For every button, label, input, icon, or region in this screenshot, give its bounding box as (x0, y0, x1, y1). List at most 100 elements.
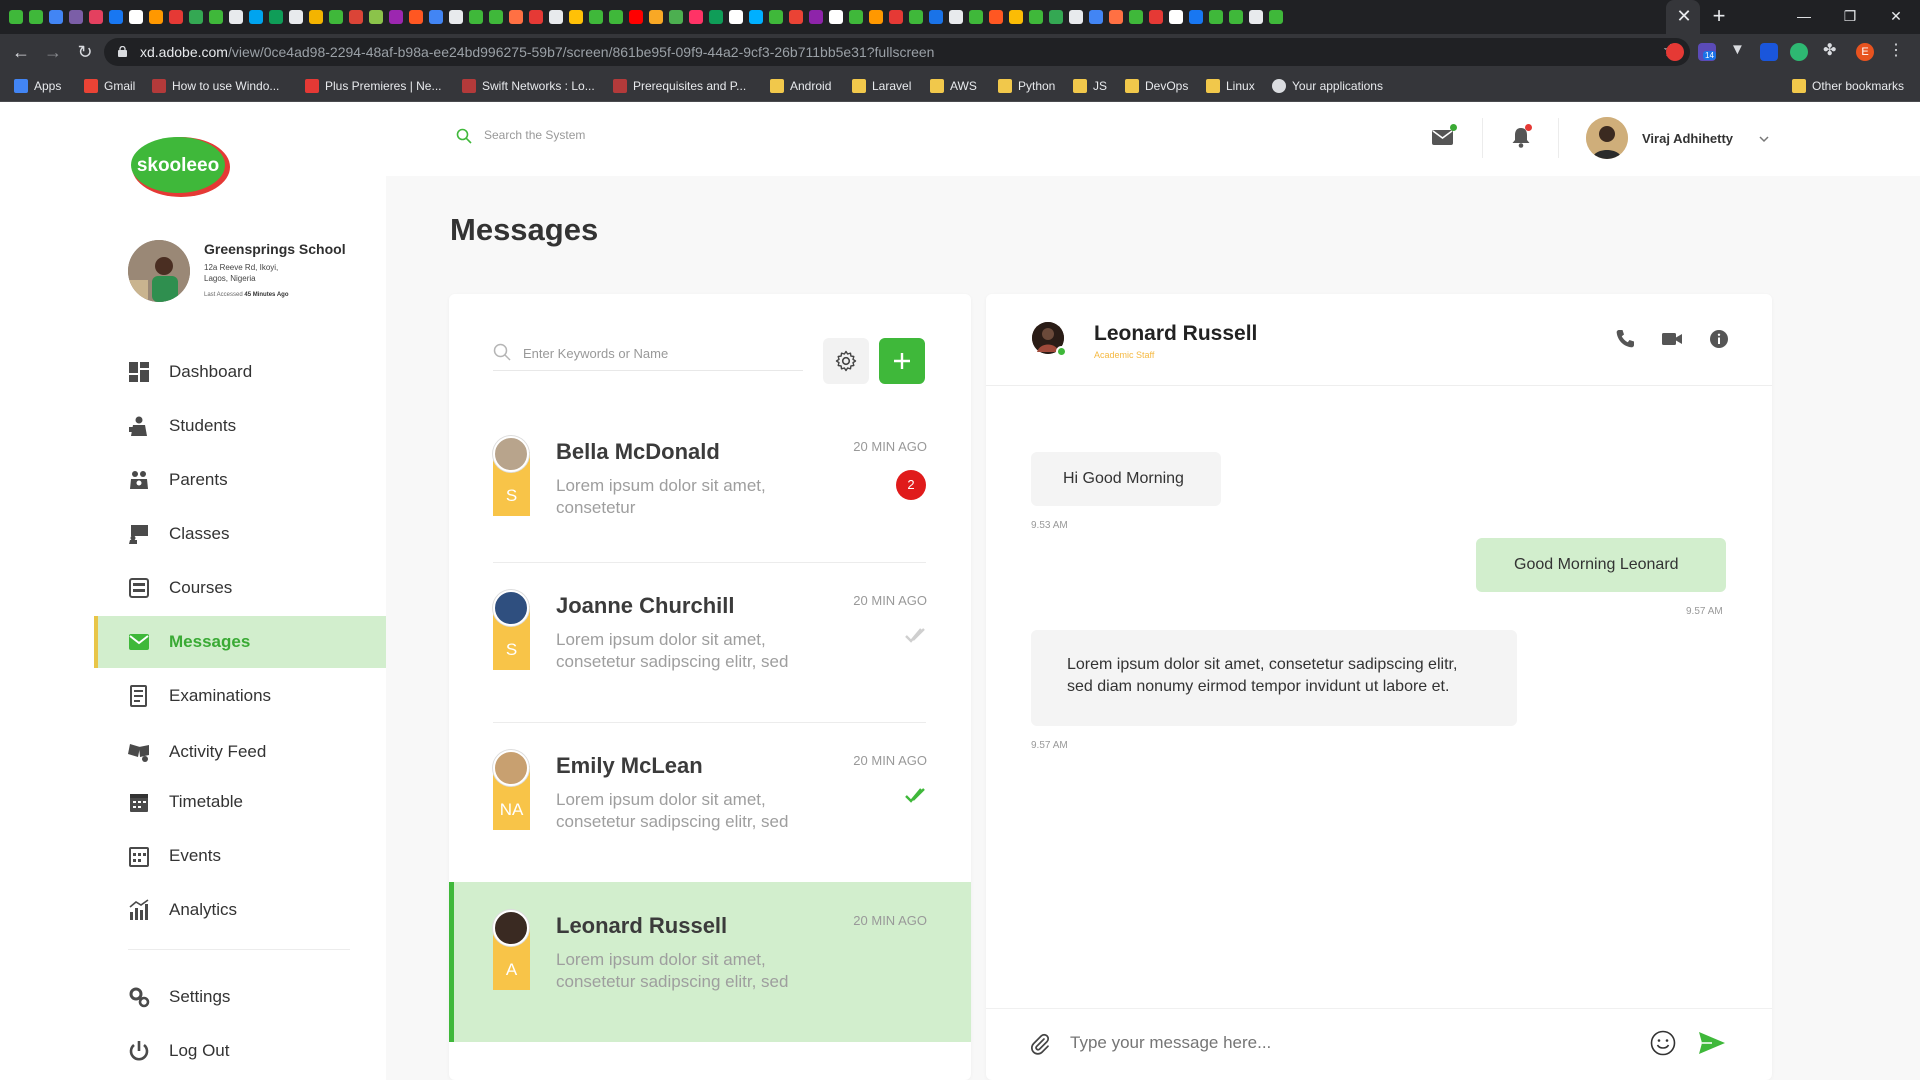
tab-favicon-icon[interactable] (729, 10, 743, 24)
tab-favicon-icon[interactable] (329, 10, 343, 24)
tab-close-icon[interactable]: ✕ (1673, 5, 1695, 27)
conversation-search[interactable]: Enter Keywords or Name (493, 337, 803, 371)
tab-favicon-icon[interactable] (1009, 10, 1023, 24)
tab-favicon-icon[interactable] (1249, 10, 1263, 24)
tab-favicon-icon[interactable] (529, 10, 543, 24)
profile-avatar[interactable]: E (1856, 43, 1874, 61)
tab-favicon-icon[interactable] (289, 10, 303, 24)
tab-favicon-icon[interactable] (789, 10, 803, 24)
sidebar-item-parents[interactable]: Parents (94, 454, 386, 506)
tab-favicon-icon[interactable] (29, 10, 43, 24)
tab-favicon-icon[interactable] (809, 10, 823, 24)
tab-favicon-icon[interactable] (649, 10, 663, 24)
tab-favicon-icon[interactable] (1029, 10, 1043, 24)
tab-favicon-icon[interactable] (569, 10, 583, 24)
global-search-input[interactable]: Search the System (484, 128, 585, 142)
tab-favicon-icon[interactable] (629, 10, 643, 24)
tab-favicon-icon[interactable] (669, 10, 683, 24)
tab-favicon-icon[interactable] (829, 10, 843, 24)
sidebar-item-log-out[interactable]: Log Out (94, 1025, 386, 1077)
sidebar-item-courses[interactable]: Courses (94, 562, 386, 614)
tab-favicon-icon[interactable] (549, 10, 563, 24)
bookmark-9[interactable]: Python (998, 78, 1055, 94)
tab-favicon-icon[interactable] (889, 10, 903, 24)
tab-favicon-icon[interactable] (929, 10, 943, 24)
tab-favicon-icon[interactable] (869, 10, 883, 24)
tab-favicon-icon[interactable] (209, 10, 223, 24)
new-tab-icon[interactable]: + (1707, 5, 1731, 29)
tab-favicon-icon[interactable] (269, 10, 283, 24)
tab-favicon-icon[interactable] (749, 10, 763, 24)
extension-badge-icon[interactable]: 14 (1698, 43, 1716, 61)
extension-red-icon[interactable] (1666, 43, 1684, 61)
tab-favicon-icon[interactable] (989, 10, 1003, 24)
message-input[interactable] (1070, 1033, 1610, 1053)
tab-favicon-icon[interactable] (109, 10, 123, 24)
tab-favicon-icon[interactable] (349, 10, 363, 24)
extension-blue-icon[interactable] (1760, 43, 1778, 61)
tab-favicon-icon[interactable] (689, 10, 703, 24)
mail-icon[interactable] (1432, 128, 1454, 146)
tab-favicon-icon[interactable] (1229, 10, 1243, 24)
sidebar-item-settings[interactable]: Settings (94, 971, 386, 1023)
tab-favicon-icon[interactable] (469, 10, 483, 24)
bookmark-12[interactable]: Linux (1206, 78, 1255, 94)
tab-favicon-icon[interactable] (1209, 10, 1223, 24)
tab-favicons[interactable] (6, 8, 1676, 26)
sidebar-item-timetable[interactable]: Timetable (94, 776, 386, 828)
tab-favicon-icon[interactable] (949, 10, 963, 24)
bookmark-10[interactable]: JS (1073, 78, 1107, 94)
tab-favicon-icon[interactable] (1129, 10, 1143, 24)
tab-favicon-icon[interactable] (369, 10, 383, 24)
bookmark-3[interactable]: Plus Premieres | Ne... (305, 78, 441, 94)
info-icon[interactable] (1708, 328, 1730, 350)
tab-favicon-icon[interactable] (309, 10, 323, 24)
tab-favicon-icon[interactable] (389, 10, 403, 24)
tab-favicon-icon[interactable] (9, 10, 23, 24)
extension-green-icon[interactable] (1790, 43, 1808, 61)
tab-favicon-icon[interactable] (509, 10, 523, 24)
sidebar-item-activity-feed[interactable]: Activity Feed (94, 726, 386, 778)
bookmark-13[interactable]: Your applications (1272, 78, 1383, 94)
bookmark-7[interactable]: Laravel (852, 78, 911, 94)
bookmark-4[interactable]: Swift Networks : Lo... (462, 78, 595, 94)
tab-favicon-icon[interactable] (1269, 10, 1283, 24)
tab-favicon-icon[interactable] (169, 10, 183, 24)
send-icon[interactable] (1698, 1031, 1726, 1055)
emoji-icon[interactable] (1650, 1030, 1676, 1056)
sidebar-item-examinations[interactable]: Examinations (94, 670, 386, 722)
tab-favicon-icon[interactable] (1069, 10, 1083, 24)
sidebar-item-messages[interactable]: Messages (94, 616, 386, 668)
settings-button[interactable] (823, 338, 869, 384)
tab-favicon-icon[interactable] (1189, 10, 1203, 24)
new-conversation-button[interactable] (879, 338, 925, 384)
sidebar-item-events[interactable]: Events (94, 830, 386, 882)
tab-favicon-icon[interactable] (429, 10, 443, 24)
tab-favicon-icon[interactable] (129, 10, 143, 24)
tab-favicon-icon[interactable] (149, 10, 163, 24)
video-camera-icon[interactable] (1661, 328, 1683, 350)
address-bar[interactable]: xd.adobe.com/view/0ce4ad98-2294-48af-b98… (104, 38, 1690, 66)
tab-favicon-icon[interactable] (229, 10, 243, 24)
tab-favicon-icon[interactable] (589, 10, 603, 24)
school-avatar[interactable] (128, 240, 190, 302)
tab-favicon-icon[interactable] (1169, 10, 1183, 24)
forward-icon[interactable]: → (40, 39, 66, 65)
tab-favicon-icon[interactable] (1089, 10, 1103, 24)
conversation-search-input[interactable]: Enter Keywords or Name (523, 346, 668, 361)
conversation-item[interactable]: S Bella McDonald Lorem ipsum dolor sit ame… (449, 408, 971, 568)
tab-favicon-icon[interactable] (969, 10, 983, 24)
tab-favicon-icon[interactable] (1149, 10, 1163, 24)
tab-favicon-icon[interactable] (189, 10, 203, 24)
other-bookmarks[interactable]: Other bookmarks (1792, 78, 1904, 94)
bookmark-2[interactable]: How to use Windo... (152, 78, 279, 94)
conversation-item[interactable]: S Joanne Churchill Lorem ipsum dolor sit a… (449, 562, 971, 722)
tab-favicon-icon[interactable] (849, 10, 863, 24)
restore-icon[interactable]: ❐ (1830, 4, 1870, 28)
reload-icon[interactable]: ↻ (72, 39, 98, 65)
bookmark-0[interactable]: Apps (14, 78, 61, 94)
sidebar-item-classes[interactable]: Classes (94, 508, 386, 560)
tab-favicon-icon[interactable] (909, 10, 923, 24)
browser-menu-icon[interactable]: ⋮ (1888, 40, 1906, 59)
window-close-icon[interactable]: ✕ (1876, 4, 1916, 28)
